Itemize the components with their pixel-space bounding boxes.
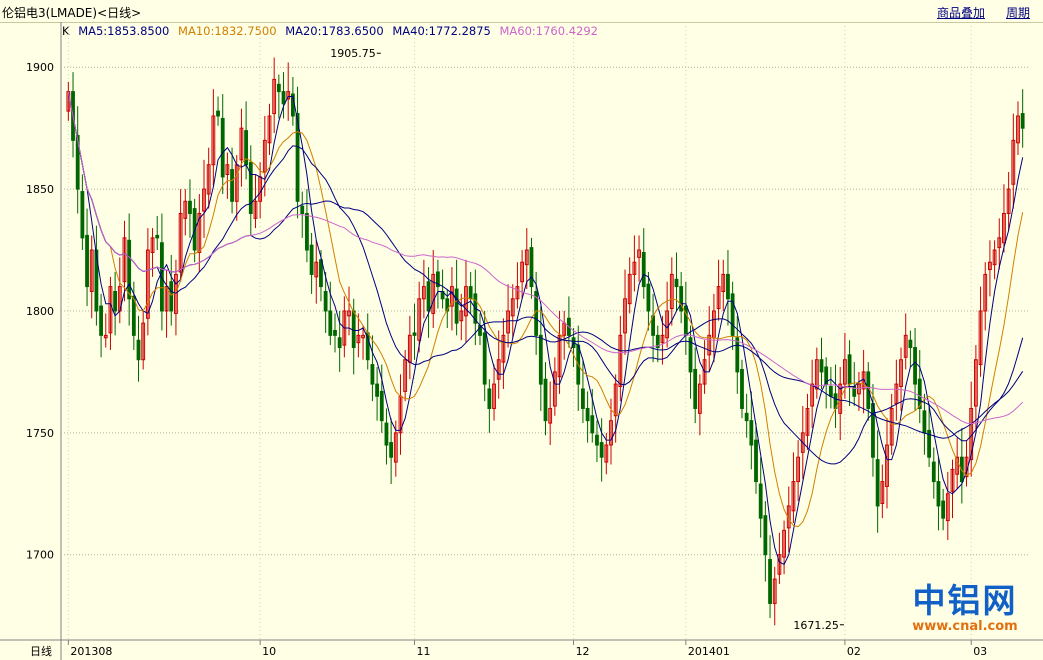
- candle-body: [744, 412, 749, 422]
- candle-body: [412, 332, 417, 336]
- candle-body: [85, 234, 89, 288]
- candle-body: [468, 286, 473, 300]
- candle-body: [758, 483, 763, 519]
- y-tick-label: 1700: [26, 549, 54, 562]
- y-tick-label: 1800: [26, 305, 54, 318]
- candle-body: [936, 481, 941, 507]
- candle-body: [646, 283, 651, 312]
- candle-body: [941, 500, 946, 519]
- candle-body: [220, 117, 225, 178]
- candle-body: [487, 388, 492, 409]
- candle-body: [482, 332, 487, 385]
- candle-body: [389, 442, 394, 458]
- candlestick-chart[interactable]: 1700 1750 1800 1850 1900 日线 201308 10 11 12 201401…: [0, 0, 1043, 660]
- candle-body: [113, 290, 118, 312]
- candle-body: [585, 407, 590, 422]
- candle-body: [127, 239, 132, 300]
- candle-body: [276, 83, 281, 93]
- candle-body: [754, 439, 758, 483]
- x-tick-label: 201308: [70, 645, 112, 658]
- candle-body: [99, 305, 103, 336]
- candle-body: [328, 310, 333, 336]
- candle-body: [454, 288, 459, 324]
- candle-body: [599, 442, 604, 458]
- candle-body: [155, 234, 160, 239]
- candle-body: [730, 293, 735, 336]
- candle-body: [763, 515, 768, 556]
- candle-body: [1020, 113, 1025, 129]
- candle-body: [922, 410, 927, 434]
- candle-body: [693, 368, 698, 409]
- candle-body: [590, 415, 595, 434]
- candle-body: [641, 251, 646, 288]
- candle-body: [379, 390, 384, 422]
- candle-body: [323, 290, 328, 312]
- candle-body: [847, 354, 852, 385]
- candle-body: [300, 205, 305, 214]
- x-tick-label: 201401: [688, 645, 730, 658]
- y-tick-label: 1900: [26, 61, 54, 74]
- candle-body: [319, 259, 323, 288]
- candle-body: [529, 247, 534, 288]
- candle-body: [538, 334, 543, 385]
- candle-body: [337, 337, 342, 349]
- candle-body: [726, 273, 730, 300]
- candle-body: [351, 310, 356, 349]
- candle-body: [281, 91, 286, 105]
- x-tick-label: 12: [576, 645, 590, 658]
- candle-body: [674, 278, 679, 288]
- candle-body: [169, 281, 174, 312]
- candle-body: [370, 364, 375, 385]
- watermark-logo: 中铝网 www.cnal.com: [905, 583, 1025, 635]
- candle-body: [384, 422, 389, 446]
- candle-body: [136, 339, 141, 361]
- x-tick-label: 02: [847, 645, 861, 658]
- candle-body: [875, 459, 880, 507]
- candle-body: [931, 461, 936, 483]
- candle-body: [581, 388, 585, 409]
- candle-body: [543, 378, 548, 422]
- x-tick-label: 10: [262, 645, 276, 658]
- candle-body: [913, 347, 917, 385]
- annotation-label: 1671.25: [793, 619, 839, 632]
- candle-body: [740, 368, 744, 409]
- y-tick-label: 1750: [26, 427, 54, 440]
- candle-body: [248, 161, 253, 214]
- candle-body: [333, 329, 337, 336]
- candle-body: [188, 200, 192, 214]
- annotation-label: 1905.75: [330, 47, 376, 60]
- candle-body: [216, 110, 220, 117]
- candle-body: [683, 305, 688, 336]
- candle-body: [426, 281, 431, 312]
- x-axis-label: 日线: [30, 644, 52, 658]
- watermark-url: www.cnal.com: [912, 619, 1018, 634]
- candle-body: [305, 212, 309, 251]
- candle-body: [735, 337, 740, 373]
- candle-body: [749, 420, 754, 446]
- x-tick-label: 03: [973, 645, 987, 658]
- y-tick-label: 1850: [26, 183, 54, 196]
- watermark-title: 中铝网: [912, 581, 1018, 620]
- candle-body: [375, 383, 379, 397]
- candle-body: [908, 339, 913, 349]
- candle-body: [309, 244, 314, 275]
- x-tick-label: 11: [417, 645, 431, 658]
- candle-body: [595, 434, 599, 446]
- candle-body: [819, 359, 824, 373]
- candle-body: [230, 169, 234, 202]
- candle-body: [828, 386, 833, 397]
- candle-body: [871, 403, 875, 458]
- candle-body: [768, 559, 772, 604]
- candle-body: [80, 191, 85, 239]
